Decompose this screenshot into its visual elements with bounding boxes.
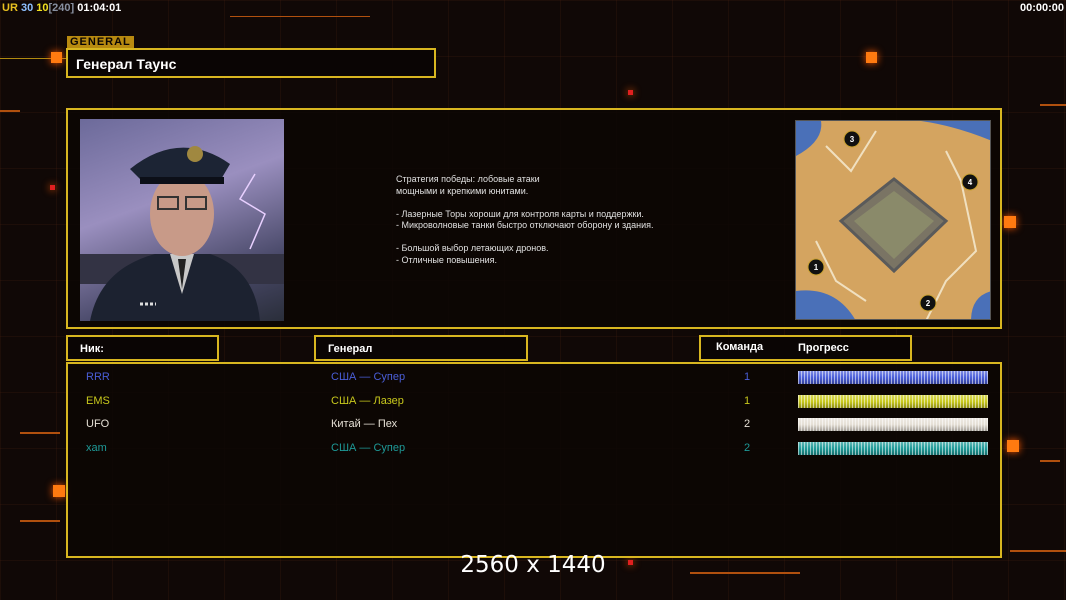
- player-general[interactable]: США — Лазер: [331, 395, 404, 407]
- decor-square: [866, 52, 877, 63]
- general-name: Генерал Таунс: [66, 48, 436, 78]
- player-nick: UFO: [86, 418, 110, 430]
- decor-square: [50, 185, 55, 190]
- player-team[interactable]: 1: [744, 395, 750, 407]
- divider: [1040, 460, 1060, 462]
- player-nick: xam: [86, 441, 107, 454]
- start-position-1: 1: [814, 263, 819, 272]
- player-progress-bar: [798, 418, 988, 431]
- header-team-progress: Команда Прогресс: [699, 335, 912, 361]
- decor-square: [1007, 440, 1019, 452]
- hud-clock: 01:04:01: [77, 2, 122, 14]
- decor-square: [628, 90, 633, 95]
- player-team[interactable]: 2: [744, 418, 750, 430]
- divider: [20, 520, 60, 522]
- description-line: - Отличные повышения.: [396, 254, 498, 265]
- general-tag: GENERAL: [67, 36, 134, 48]
- player-row[interactable]: RRR США — Супер 1: [68, 367, 1000, 391]
- start-position-2: 2: [926, 299, 931, 308]
- player-team[interactable]: 1: [744, 371, 750, 383]
- resolution-label: 2560 x 1440: [460, 552, 606, 578]
- player-team[interactable]: 2: [744, 442, 750, 454]
- description-line: - Лазерные Торы хороши для контроля карт…: [396, 208, 644, 219]
- divider: [230, 16, 370, 17]
- player-nick: EMS: [86, 394, 110, 407]
- header-team: Команда: [716, 341, 764, 353]
- decor-square: [1004, 216, 1016, 228]
- hud-value: 10: [36, 2, 49, 14]
- general-portrait: [80, 119, 284, 321]
- description-line: мощными и крепкими юнитами.: [396, 185, 529, 196]
- decor-square: [53, 485, 65, 497]
- start-position-4: 4: [968, 178, 973, 187]
- general-info-panel: Стратегия победы: лобовые атаки мощными и…: [66, 108, 1002, 329]
- header-nick: Ник:: [66, 335, 219, 361]
- map-preview[interactable]: 1 2 3 4: [795, 120, 991, 320]
- hud-stats: UR 30 10[240] 01:04:01: [2, 2, 121, 14]
- divider: [1040, 104, 1066, 106]
- header-progress: Прогресс: [798, 342, 849, 354]
- player-row[interactable]: UFO Китай — Пех 2: [68, 414, 1000, 438]
- hud-value: 30: [20, 2, 34, 14]
- players-table: RRR США — Супер 1 EMS США — Лазер 1 UFO …: [66, 362, 1002, 558]
- player-row[interactable]: EMS США — Лазер 1: [68, 391, 1000, 415]
- player-general[interactable]: США — Супер: [331, 371, 405, 383]
- hud-timer: 00:00:00: [1019, 2, 1064, 14]
- hud-ur: UR: [2, 2, 18, 14]
- player-general[interactable]: Китай — Пех: [331, 418, 397, 430]
- divider: [20, 432, 60, 434]
- player-progress-bar: [798, 394, 988, 408]
- general-description: Стратегия победы: лобовые атаки мощными и…: [396, 174, 654, 266]
- hud-value: [240]: [48, 2, 75, 14]
- header-general: Генерал: [314, 335, 528, 361]
- player-progress-bar: [798, 371, 988, 384]
- player-progress-bar: [798, 441, 988, 455]
- description-line: Стратегия победы: лобовые атаки: [396, 174, 540, 184]
- player-nick: RRR: [86, 371, 110, 383]
- divider: [0, 110, 20, 112]
- description-line: - Микроволновые танки быстро отключают о…: [396, 220, 654, 230]
- player-row[interactable]: xam США — Супер 2: [68, 438, 1000, 462]
- decor-square: [51, 52, 62, 63]
- start-position-3: 3: [850, 135, 855, 144]
- player-general[interactable]: США — Супер: [331, 442, 405, 454]
- description-line: - Большой выбор летающих дронов.: [396, 243, 549, 253]
